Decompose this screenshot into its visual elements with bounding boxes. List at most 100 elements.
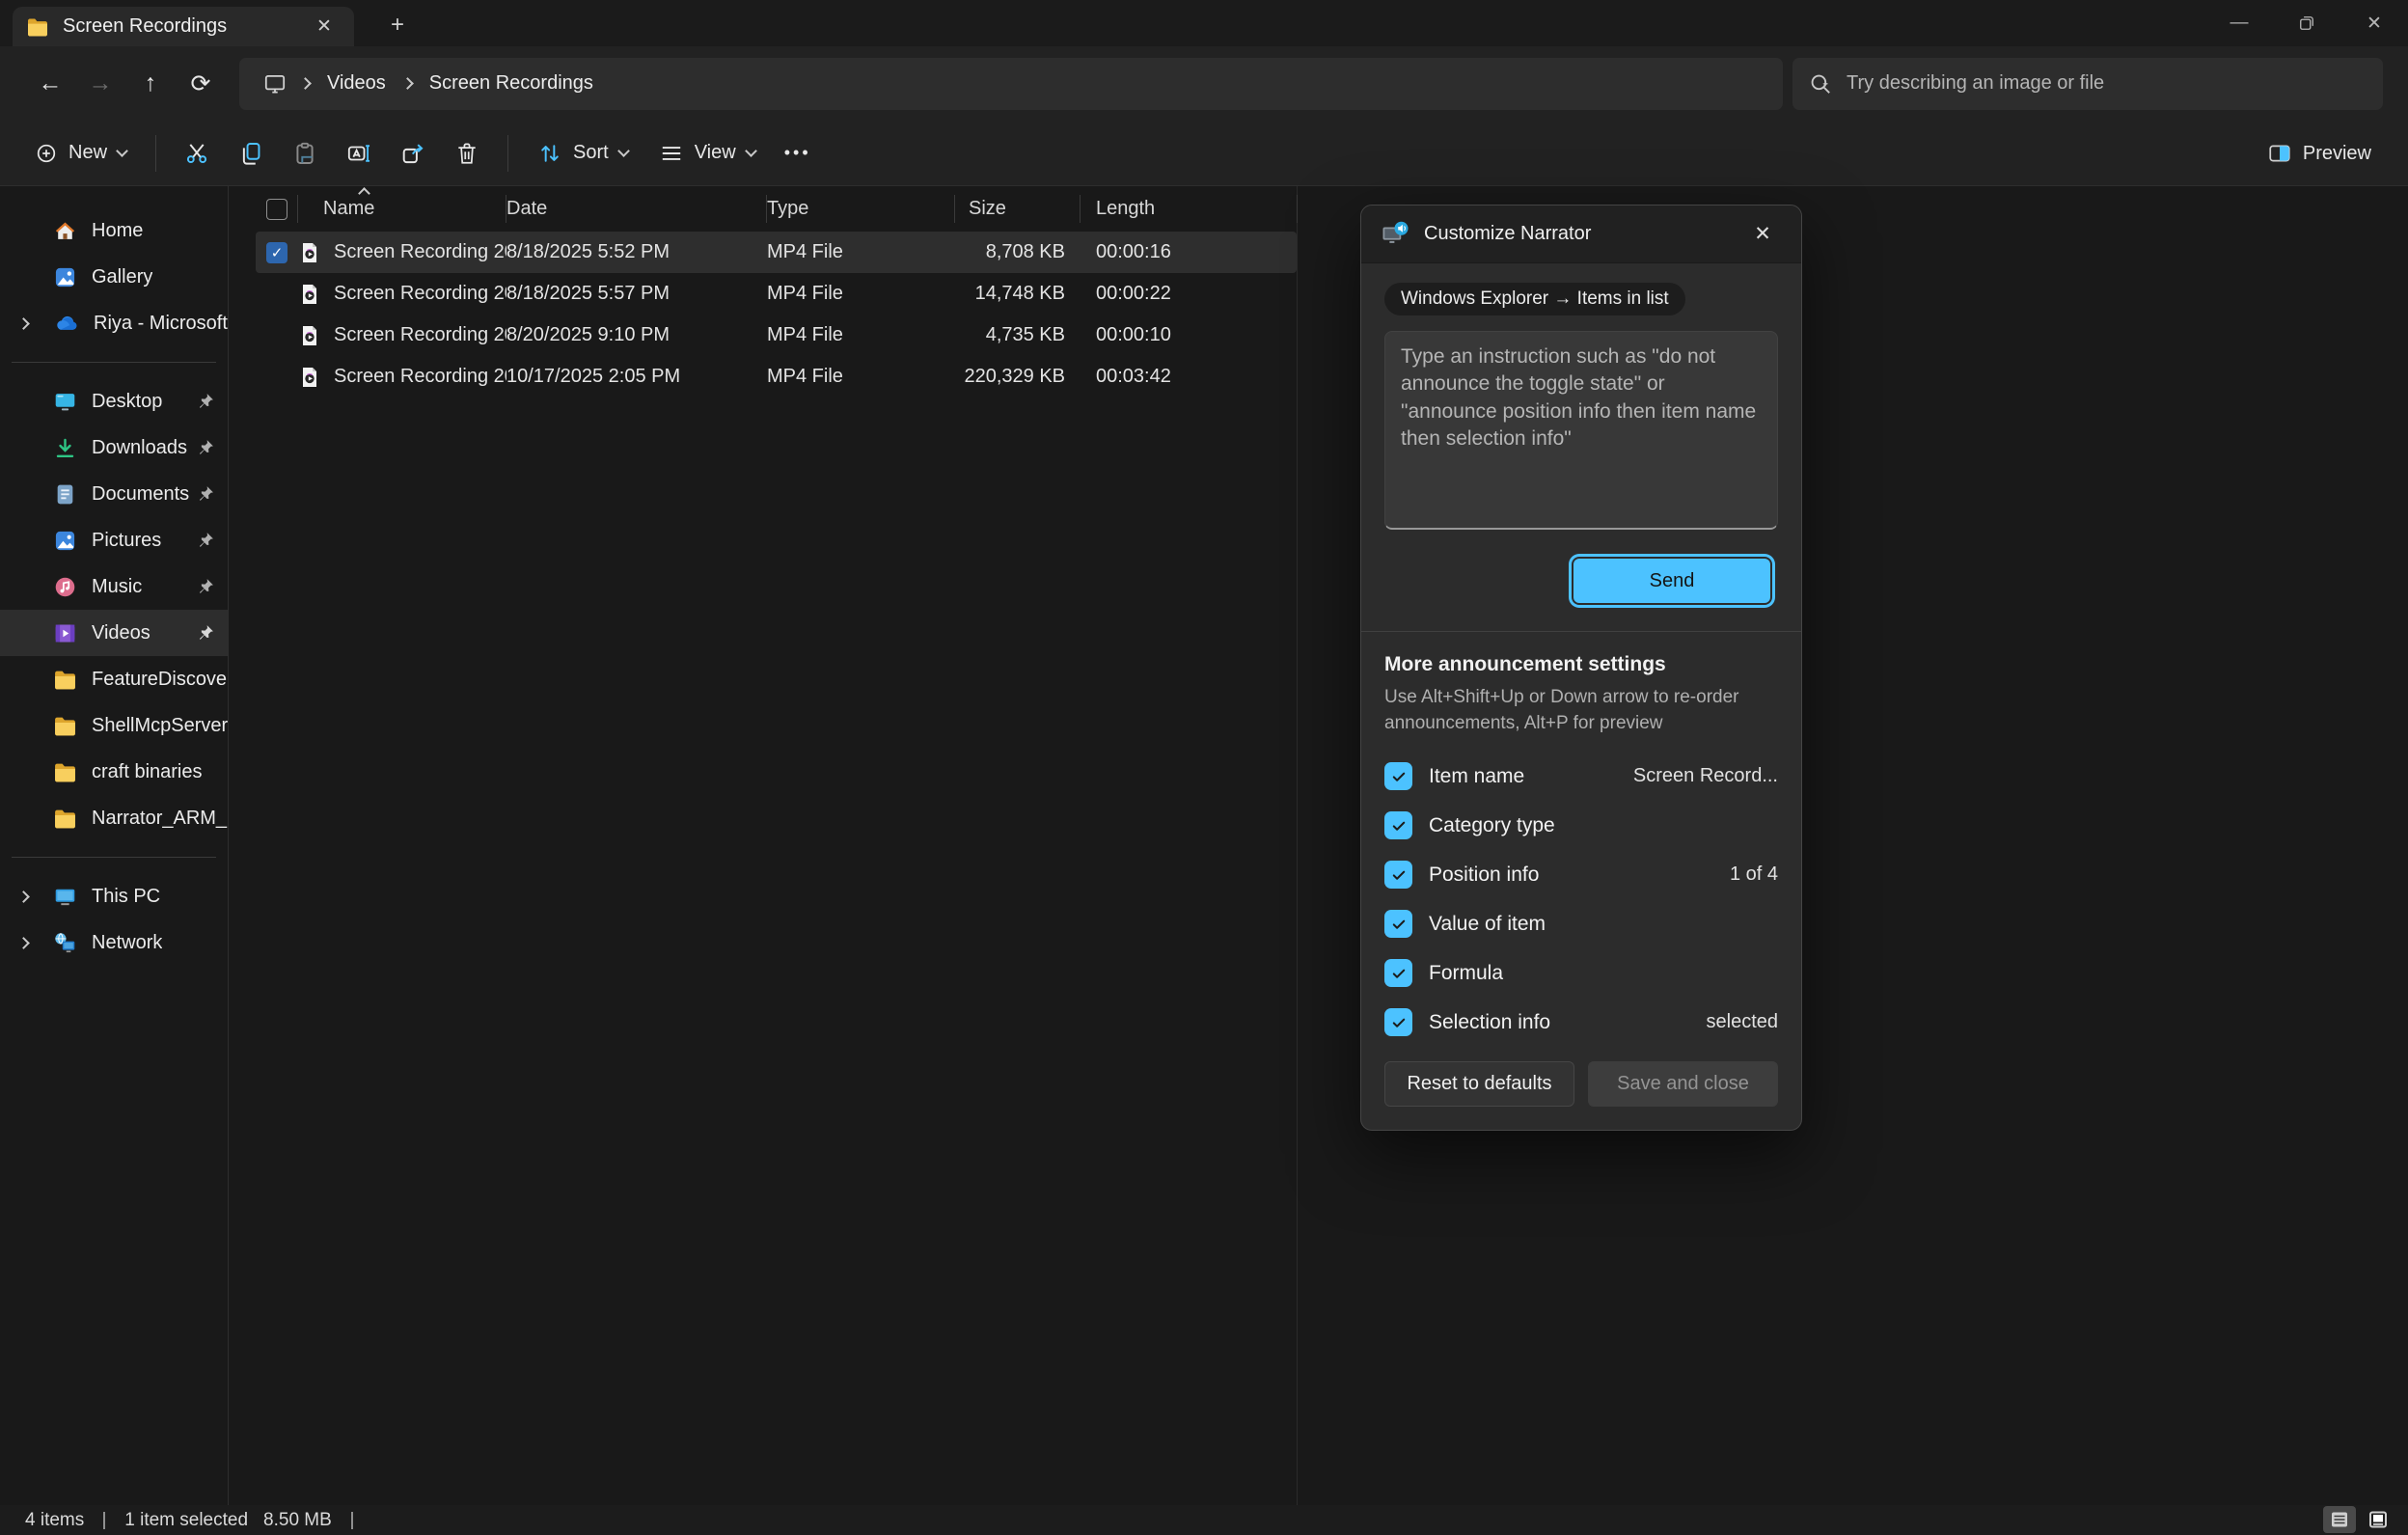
details-view-button[interactable]	[2323, 1506, 2356, 1533]
copy-button[interactable]	[226, 130, 276, 177]
share-button[interactable]	[388, 130, 438, 177]
icons-view-button[interactable]	[2362, 1506, 2394, 1533]
rename-button[interactable]	[334, 130, 384, 177]
table-row[interactable]: ✓ Screen Recording 20... 8/18/2025 5:52 …	[256, 232, 1297, 273]
pin-icon	[196, 577, 215, 596]
breadcrumb-screen-recordings[interactable]: Screen Recordings	[420, 69, 603, 98]
chevron-down-icon	[617, 145, 630, 157]
file-size: 4,735 KB	[955, 324, 1081, 346]
sidebar-item-network[interactable]: Network	[0, 919, 228, 966]
pin-icon	[196, 438, 215, 457]
sidebar-item-craft-binaries[interactable]: craft binaries	[0, 749, 228, 795]
dialog-close-button[interactable]: ✕	[1743, 217, 1782, 252]
context-tag: Windows Explorer → Items in list	[1384, 283, 1685, 315]
option-formula: Formula	[1384, 948, 1778, 998]
sidebar-item-desktop[interactable]: Desktop	[0, 378, 228, 425]
table-row[interactable]: Screen Recording 20... 8/20/2025 9:10 PM…	[256, 315, 1297, 356]
breadcrumb-videos[interactable]: Videos	[317, 69, 396, 98]
close-tab-icon[interactable]: ✕	[308, 13, 341, 41]
instruction-input[interactable]	[1384, 331, 1778, 530]
breadcrumb-separator-icon	[299, 77, 312, 90]
view-button-label: View	[695, 142, 736, 164]
network-icon	[53, 931, 77, 955]
sidebar-item-label: This PC	[92, 886, 160, 908]
status-divider	[351, 1512, 353, 1529]
music-icon	[53, 575, 77, 599]
file-length: 00:00:16	[1081, 241, 1298, 263]
table-row[interactable]: Screen Recording 20... 8/18/2025 5:57 PM…	[256, 273, 1297, 315]
narrator-icon	[1381, 220, 1409, 249]
file-date: 8/20/2025 9:10 PM	[506, 324, 767, 346]
status-bar: 4 items 1 item selected 8.50 MB	[0, 1505, 2408, 1535]
minimize-button[interactable]: —	[2205, 0, 2273, 46]
checkbox-checked-icon[interactable]	[1384, 1008, 1412, 1036]
table-row[interactable]: Screen Recording 20... 10/17/2025 2:05 P…	[256, 356, 1297, 397]
cut-button[interactable]	[172, 130, 222, 177]
option-value: selected	[1707, 1011, 1779, 1033]
up-button[interactable]: ↑	[125, 59, 176, 109]
row-checkbox-checked[interactable]: ✓	[266, 242, 287, 263]
sidebar-item-label: Pictures	[92, 530, 161, 552]
column-header-row: Name Date Type Size Length	[256, 186, 1297, 232]
sidebar-item-gallery[interactable]: Gallery	[0, 254, 228, 300]
preview-toggle-button[interactable]: Preview	[2254, 130, 2385, 177]
sidebar-item-onedrive[interactable]: Riya - Microsoft	[0, 300, 228, 346]
checkbox-checked-icon[interactable]	[1384, 959, 1412, 987]
sidebar-item-narrator-arm[interactable]: Narrator_ARM_2811	[0, 795, 228, 841]
sidebar-item-label: Gallery	[92, 266, 152, 288]
sidebar-item-label: Network	[92, 932, 162, 954]
sidebar-item-this-pc[interactable]: This PC	[0, 873, 228, 919]
search-box[interactable]	[1792, 58, 2383, 110]
column-header-length[interactable]: Length	[1081, 186, 1298, 232]
sidebar-item-documents[interactable]: Documents	[0, 471, 228, 517]
checkbox-checked-icon[interactable]	[1384, 762, 1412, 790]
option-label: Item name	[1429, 765, 1524, 788]
maximize-button[interactable]	[2273, 0, 2340, 46]
sort-button-label: Sort	[573, 142, 609, 164]
pin-icon	[196, 392, 215, 411]
column-header-type[interactable]: Type	[767, 186, 955, 232]
expander-chevron-icon[interactable]	[17, 937, 30, 949]
search-input[interactable]	[1847, 72, 2367, 95]
more-options-button[interactable]: •••	[773, 130, 823, 177]
option-value: Screen Record...	[1633, 765, 1778, 787]
option-label: Position info	[1429, 863, 1539, 887]
reset-to-defaults-button[interactable]: Reset to defaults	[1384, 1061, 1574, 1107]
checkbox-checked-icon[interactable]	[1384, 910, 1412, 938]
explorer-tab[interactable]: Screen Recordings ✕	[13, 7, 354, 46]
delete-button[interactable]	[442, 130, 492, 177]
expander-chevron-icon[interactable]	[17, 891, 30, 903]
paste-button[interactable]	[280, 130, 330, 177]
expander-chevron-icon[interactable]	[17, 317, 30, 330]
sort-button[interactable]: Sort	[524, 130, 642, 177]
sidebar-item-videos[interactable]: Videos	[0, 610, 228, 656]
sidebar-item-featurediscoverability[interactable]: FeatureDiscoverabil	[0, 656, 228, 702]
option-category-type: Category type	[1384, 801, 1778, 850]
close-window-button[interactable]: ✕	[2340, 0, 2408, 46]
column-header-size[interactable]: Size	[955, 186, 1081, 232]
desktop-root-icon[interactable]	[257, 71, 293, 96]
sidebar-item-home[interactable]: Home	[0, 207, 228, 254]
new-tab-button[interactable]: +	[378, 9, 417, 41]
select-all-checkbox[interactable]	[256, 186, 298, 232]
sidebar-item-downloads[interactable]: Downloads	[0, 425, 228, 471]
send-button[interactable]: Send	[1573, 559, 1770, 603]
view-button[interactable]: View	[645, 130, 769, 177]
column-header-date[interactable]: Date	[506, 186, 767, 232]
breadcrumb-separator-icon	[401, 77, 414, 90]
back-button[interactable]: ←	[25, 59, 75, 109]
sidebar-item-music[interactable]: Music	[0, 563, 228, 610]
file-name: Screen Recording 20...	[334, 324, 506, 346]
refresh-button[interactable]: ⟳	[176, 59, 226, 109]
new-button-label: New	[68, 142, 107, 164]
checkbox-checked-icon[interactable]	[1384, 811, 1412, 839]
new-button[interactable]: New	[21, 130, 140, 177]
option-value: 1 of 4	[1730, 863, 1778, 886]
pin-icon	[196, 484, 215, 504]
sidebar-item-pictures[interactable]: Pictures	[0, 517, 228, 563]
sidebar-item-shellmcpservers[interactable]: ShellMcpServers	[0, 702, 228, 749]
checkbox-checked-icon[interactable]	[1384, 861, 1412, 889]
column-header-name[interactable]: Name	[298, 186, 506, 232]
save-and-close-button[interactable]: Save and close	[1588, 1061, 1778, 1107]
breadcrumb[interactable]: Videos Screen Recordings	[239, 58, 1783, 110]
